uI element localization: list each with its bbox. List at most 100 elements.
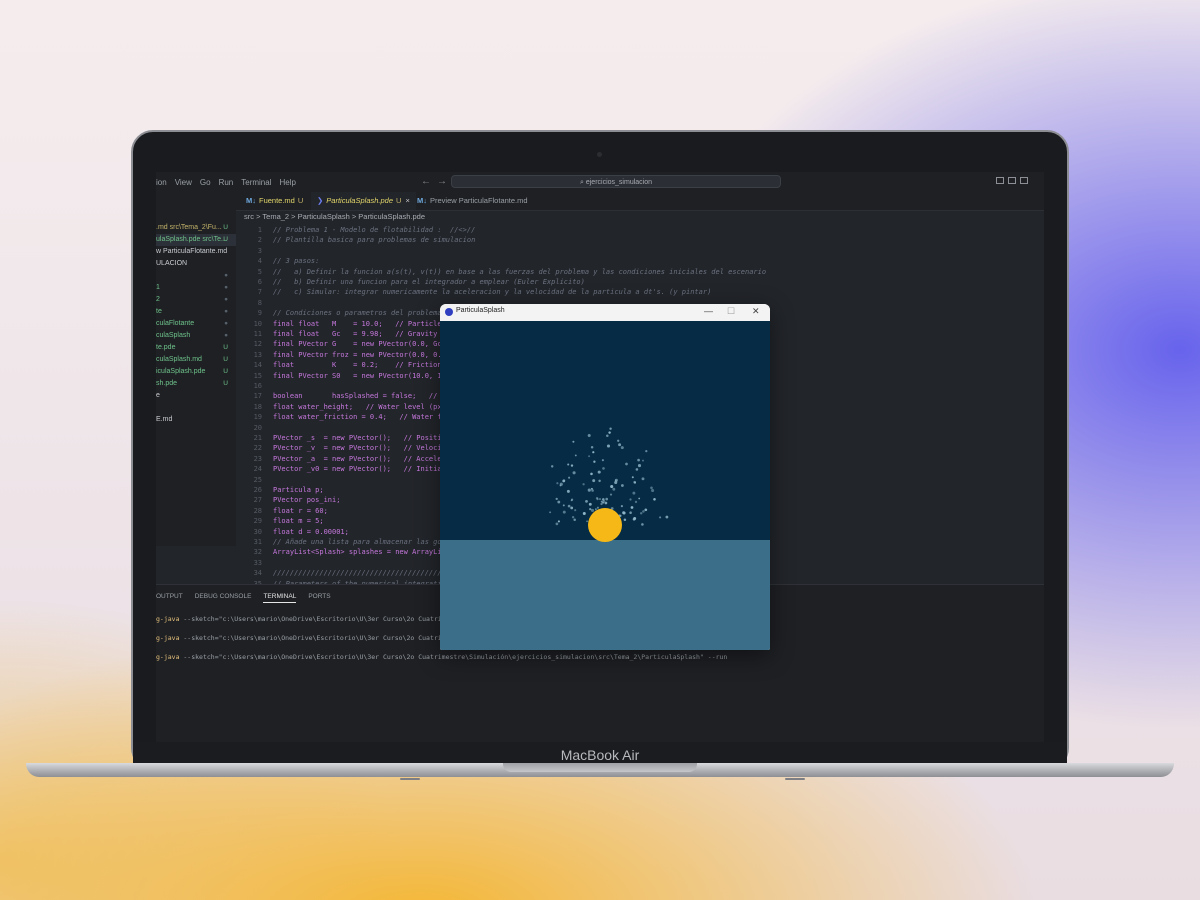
sidebar-item-status: U — [223, 368, 228, 375]
layout-toggle-icons[interactable] — [996, 177, 1028, 184]
processing-icon — [445, 308, 453, 316]
sidebar-item[interactable]: culaSplash ● — [156, 330, 236, 342]
sidebar-item[interactable]: 1 ● — [156, 282, 236, 294]
menu-item[interactable]: Go — [200, 178, 211, 187]
splash-droplet — [570, 506, 574, 510]
sketch-window[interactable]: ParticulaSplash — ☐ ✕ — [440, 304, 770, 650]
splash-droplet — [632, 491, 636, 495]
splash-droplet — [620, 446, 624, 450]
sidebar-item[interactable]: culaSplash.md U — [156, 354, 236, 366]
splash-droplet — [601, 459, 604, 462]
splash-droplet — [587, 488, 591, 492]
splash-droplet — [622, 511, 626, 515]
splash-droplet — [602, 467, 605, 470]
sidebar-item-status: ● — [224, 284, 228, 291]
terminal-args: --sketch="c:\Users\mario\OneDrive\Escrit… — [179, 653, 728, 661]
sidebar-item[interactable] — [156, 402, 236, 414]
code-text: // Añade una lista para almacenar las go… — [273, 538, 455, 546]
code-text: float r = 60; — [273, 506, 328, 515]
line-number: 10 — [253, 319, 262, 328]
sidebar-item[interactable]: 2 ● — [156, 294, 236, 306]
tab-particula-splash[interactable]: ❯ ParticulaSplash.pde U × — [311, 192, 416, 210]
sidebar-item[interactable]: e — [156, 390, 236, 402]
layout-panel-icon[interactable] — [1008, 177, 1016, 184]
splash-droplet — [651, 488, 655, 493]
code-text: // Plantilla basica para problemas de si… — [273, 236, 476, 245]
line-number: 27 — [253, 496, 262, 505]
splash-droplet — [638, 497, 641, 500]
splash-droplet — [590, 446, 594, 449]
sidebar-item[interactable]: culaFlotante ● — [156, 318, 236, 330]
splash-droplet — [562, 504, 565, 507]
splash-droplet — [591, 489, 594, 492]
splash-droplet — [562, 479, 566, 482]
splash-droplet — [623, 518, 627, 522]
tab-label: ParticulaSplash.pde — [326, 196, 394, 205]
line-number: 28 — [253, 506, 262, 515]
camera-icon — [597, 152, 602, 157]
splash-droplet — [605, 497, 609, 501]
tab-preview-md[interactable]: M↓ Preview ParticulaFlotante.md — [411, 192, 534, 210]
sidebar-item[interactable]: sh.pde U — [156, 378, 236, 390]
line-number: 14 — [253, 361, 262, 370]
menu-item[interactable]: Run — [219, 178, 234, 187]
tab-fuente-md[interactable]: M↓ Fuente.md U — [240, 192, 309, 210]
layout-sidebar-icon[interactable] — [996, 177, 1004, 184]
sidebar-item[interactable]: E.md — [156, 414, 236, 426]
panel-tab[interactable]: DEBUG CONSOLE — [195, 593, 252, 603]
sidebar-item[interactable]: te ● — [156, 306, 236, 318]
line-number: 21 — [253, 434, 262, 442]
splash-droplet — [589, 507, 592, 511]
menu-item[interactable]: Terminal — [241, 178, 271, 187]
splash-droplet — [609, 493, 613, 496]
sidebar-item[interactable]: .md src\Tema_2\Fu... U — [156, 222, 236, 234]
tab-status: U — [297, 196, 304, 205]
laptop-foot — [400, 778, 420, 780]
laptop-foot — [785, 778, 805, 780]
splash-droplet — [629, 511, 632, 514]
sidebar-item[interactable]: iculaSplash.pde U — [156, 366, 236, 378]
sidebar-item-status: U — [223, 236, 228, 243]
sidebar-item[interactable]: ULACION — [156, 258, 236, 270]
explorer-sidebar: .md src\Tema_2\Fu... UulaSplash.pde src\T… — [156, 210, 236, 546]
splash-droplet — [633, 517, 637, 520]
terminal-command: g-java — [156, 615, 180, 623]
nav-arrows-icon[interactable]: ←→ — [421, 176, 453, 187]
maximize-button[interactable]: ☐ — [727, 306, 735, 317]
command-search-box[interactable]: ⌕ ejercicios_simulacion — [451, 175, 781, 188]
sidebar-item-label: ulaSplash.pde src\Te... — [156, 236, 227, 243]
line-number: 2 — [257, 236, 262, 245]
splash-droplet — [557, 500, 561, 504]
line-number: 26 — [253, 486, 262, 494]
menu-item[interactable]: Help — [279, 178, 295, 187]
sidebar-item[interactable]: w ParticulaFlotante.md — [156, 246, 236, 258]
close-icon[interactable]: × — [405, 196, 409, 205]
line-number: 8 — [257, 298, 262, 307]
splash-droplet — [572, 471, 576, 475]
menu-item[interactable]: View — [175, 178, 192, 187]
sidebar-item[interactable]: ulaSplash.pde src\Te... U — [156, 234, 236, 246]
panel-tab[interactable]: PORTS — [308, 593, 330, 603]
panel-tab[interactable]: TERMINAL — [263, 593, 297, 603]
editor-tabs: ··· M↓Fuente.mdU ❯ParticulaSplash.pdeU× … — [156, 192, 1044, 226]
splash-droplet — [557, 520, 560, 523]
code-text: PVector _v = new PVector(); // Velocity — [273, 444, 451, 453]
floating-ball — [588, 508, 622, 542]
sketch-titlebar[interactable]: ParticulaSplash — ☐ ✕ — [440, 304, 770, 321]
sidebar-item-status: U — [223, 380, 228, 387]
code-text: PVector _s = new PVector(); // Position — [273, 434, 451, 442]
splash-droplet — [574, 509, 577, 512]
splash-droplet — [566, 489, 570, 493]
splash-droplet — [618, 443, 622, 447]
sidebar-item[interactable]: te.pde U — [156, 342, 236, 354]
layout-secondary-icon[interactable] — [1020, 177, 1028, 184]
sidebar-item[interactable]: ● — [156, 270, 236, 282]
breadcrumb[interactable]: src > Tema_2 > ParticulaSplash > Particu… — [244, 212, 425, 221]
menu-item[interactable]: ion — [156, 178, 167, 187]
close-button[interactable]: ✕ — [752, 306, 760, 317]
splash-droplet — [550, 465, 554, 468]
code-text: float m = 5; — [273, 517, 324, 526]
code-text: final PVector G = new PVector(0.0, Gc); — [273, 340, 451, 349]
panel-tab[interactable]: OUTPUT — [156, 593, 183, 603]
minimize-button[interactable]: — — [704, 306, 713, 316]
